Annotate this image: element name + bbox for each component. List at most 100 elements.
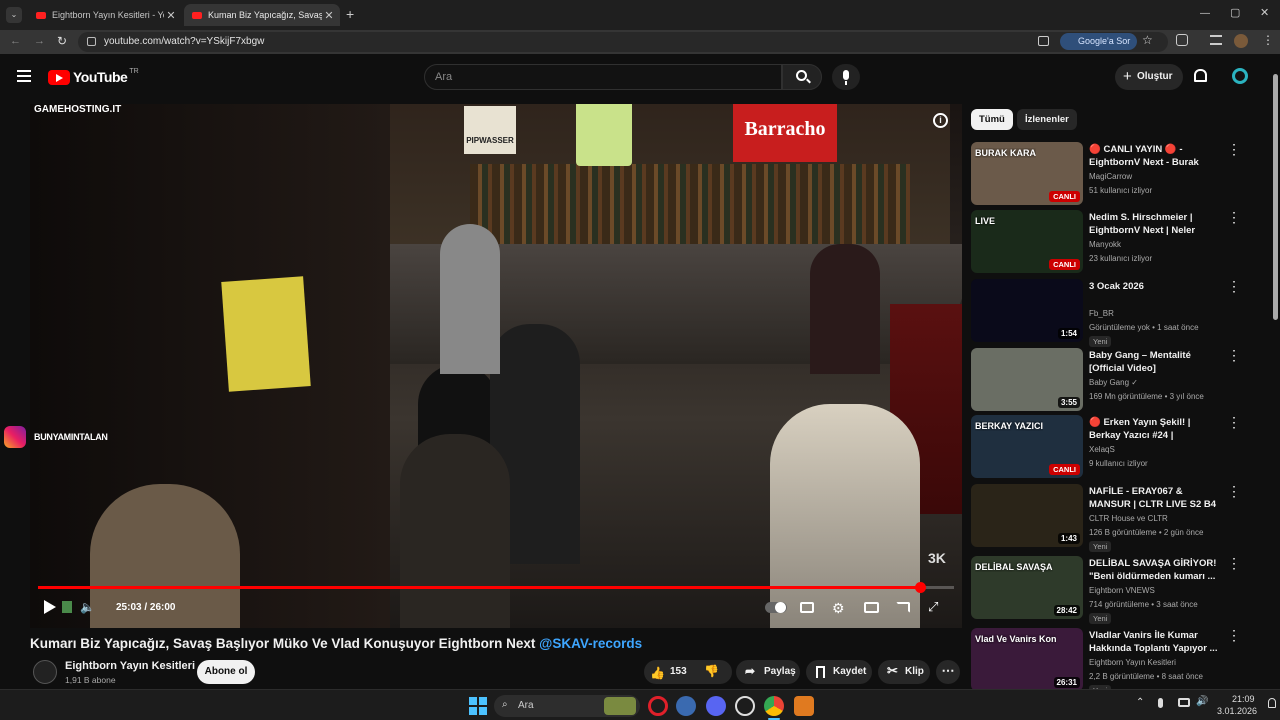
extensions-icon[interactable] [1176, 34, 1188, 46]
notifications-icon[interactable] [1268, 698, 1276, 708]
progress-scrubber[interactable] [915, 582, 927, 593]
video-thumbnail[interactable]: 3:55 [971, 348, 1083, 411]
close-tab-icon[interactable]: ✕ [322, 9, 336, 22]
install-app-icon[interactable] [1038, 36, 1049, 46]
volume-icon[interactable]: 🔈 [80, 600, 95, 614]
autoplay-toggle[interactable] [765, 602, 787, 613]
recommendation-channel[interactable]: Baby Gang ✓ [1089, 378, 1138, 387]
recommendation-title[interactable]: 🔴 CANLI YAYIN 🔴 - EightbornV Next - Bura… [1089, 143, 1219, 169]
chip-watched[interactable]: İzlenenler [1017, 109, 1077, 130]
show-hidden-icons[interactable]: ⌃ [1136, 697, 1144, 708]
new-tab-button[interactable]: + [346, 6, 354, 22]
forward-icon[interactable]: → [34, 35, 45, 47]
ask-google-button[interactable]: Google'a Sor [1060, 33, 1138, 50]
taskbar-search[interactable]: ⌕ Ara [494, 695, 640, 717]
like-button[interactable]: 👍 153 [650, 664, 698, 680]
microphone-tray-icon[interactable] [1158, 698, 1163, 708]
clip-button[interactable]: ✂ Klip [878, 660, 930, 684]
video-title-mention[interactable]: @SKAV-records [539, 636, 642, 651]
notifications-bell-icon[interactable] [1194, 69, 1207, 82]
hamburger-menu-icon[interactable] [17, 70, 31, 82]
video-thumbnail[interactable]: 1:43 [971, 484, 1083, 547]
recommendation-channel[interactable]: Eightborn VNEWS [1089, 586, 1155, 595]
tab-list-button[interactable]: ⌄ [6, 7, 22, 23]
recommendation-channel[interactable]: MagiCarrow [1089, 172, 1132, 181]
discord-icon[interactable] [706, 696, 726, 716]
menu-kebab-icon[interactable]: ⋮ [1262, 33, 1274, 47]
more-options-icon[interactable]: ⋮ [1227, 415, 1241, 429]
profile-avatar-icon[interactable] [1234, 34, 1248, 48]
info-icon[interactable]: i [933, 113, 948, 128]
create-button[interactable]: + Oluştur [1115, 64, 1183, 90]
channel-name[interactable]: Eightborn Yayın Kesitleri [65, 660, 195, 672]
speaker-icon[interactable]: 🔊 [1196, 696, 1208, 707]
channel-avatar[interactable] [33, 660, 57, 684]
subtitles-icon[interactable] [800, 602, 814, 613]
more-options-icon[interactable]: ⋮ [1227, 210, 1241, 224]
recommendation-title[interactable]: 3 Ocak 2026 [1089, 280, 1219, 293]
play-button[interactable] [44, 600, 56, 614]
account-avatar[interactable] [1232, 68, 1248, 84]
search-input[interactable]: Ara [424, 64, 782, 90]
next-icon[interactable] [62, 601, 72, 613]
app-icon-blue[interactable] [676, 696, 696, 716]
search-button[interactable] [782, 64, 822, 90]
recommendation-item[interactable]: BERKAY YAZICI CANLI 🔴 Erken Yayın Şekil! |… [971, 415, 1271, 481]
recommendation-item[interactable]: 1:54 3 Ocak 2026 Fb_BR Görüntüleme yok • 1 … [971, 279, 1271, 347]
address-bar[interactable]: youtube.com/watch?v=YSkijF7xbgw [78, 32, 1168, 52]
recommendation-title[interactable]: 🔴 Erken Yayın Şekil! | Berkay Yazıcı #24… [1089, 416, 1219, 442]
more-options-icon[interactable]: ⋮ [1227, 279, 1241, 293]
start-windows-icon[interactable] [468, 696, 488, 716]
miniplayer-icon[interactable] [864, 602, 879, 613]
video-progress-bar[interactable] [38, 582, 954, 593]
site-info-icon[interactable] [87, 37, 96, 46]
subscribe-button[interactable]: Abone ol [197, 660, 255, 684]
recommendation-title[interactable]: Vladlar Vanirs İle Kumar Hakkında Toplan… [1089, 629, 1219, 655]
chip-all[interactable]: Tümü [971, 109, 1013, 130]
opera-icon[interactable] [648, 696, 668, 716]
settings-gear-icon[interactable]: ⚙ [832, 600, 845, 617]
voice-search-button[interactable] [832, 64, 860, 90]
recommendation-title[interactable]: Baby Gang – Mentalité [Official Video] [1089, 349, 1219, 375]
recommendation-item[interactable]: 3:55 Baby Gang – Mentalité [Official Vide… [971, 348, 1271, 414]
close-window-icon[interactable]: ✕ [1260, 6, 1269, 19]
recommendation-channel[interactable]: XelaqS [1089, 445, 1115, 454]
share-button[interactable]: ➦ Paylaş [736, 660, 800, 684]
close-tab-icon[interactable]: ✕ [164, 9, 178, 22]
recommendation-item[interactable]: LIVE CANLI Nedim S. Hirschmeier | Eightbor… [971, 210, 1271, 276]
video-thumbnail[interactable]: BURAK KARA CANLI [971, 142, 1083, 205]
clock-time[interactable]: 21:09 [1232, 694, 1255, 704]
recommendation-item[interactable]: BURAK KARA CANLI 🔴 CANLI YAYIN 🔴 - Eightbo… [971, 142, 1271, 208]
recommendation-channel[interactable]: Eightborn Yayın Kesitleri [1089, 658, 1176, 667]
media-controls-icon[interactable] [1210, 35, 1222, 45]
recommendation-item[interactable]: 1:43 NAFİLE - ERAY067 & MANSUR | CLTR LIV… [971, 484, 1271, 552]
fullscreen-icon[interactable]: ⤢ [928, 599, 938, 615]
chrome-icon[interactable] [764, 696, 784, 716]
more-options-icon[interactable]: ⋮ [1227, 628, 1241, 642]
app-icon-orange[interactable] [794, 696, 814, 716]
cast-icon[interactable] [896, 602, 910, 613]
recommendation-item[interactable]: Vlad Ve Vanirs Kon 26:31 Vladlar Vanirs İl… [971, 628, 1271, 696]
bookmark-star-icon[interactable]: ☆ [1142, 33, 1153, 47]
more-options-icon[interactable]: ⋮ [1227, 484, 1241, 498]
more-options-icon[interactable]: ⋮ [1227, 142, 1241, 156]
browser-tab-2[interactable]: Kuman Biz Yapıcağız, Savaş ✕ [184, 4, 340, 26]
video-thumbnail[interactable]: Vlad Ve Vanirs Kon 26:31 [971, 628, 1083, 691]
browser-tab-1[interactable]: Eightborn Yayın Kesitleri - YouT ✕ [28, 4, 182, 26]
recommendation-channel[interactable]: Manyokk [1089, 240, 1121, 249]
save-button[interactable]: Kaydet [806, 660, 872, 684]
recommendation-channel[interactable]: CLTR House ve CLTR [1089, 514, 1168, 523]
more-options-icon[interactable]: ⋮ [1227, 348, 1241, 362]
recommendation-title[interactable]: NAFİLE - ERAY067 & MANSUR | CLTR LIVE S2… [1089, 485, 1219, 511]
maximize-icon[interactable]: ▢ [1230, 6, 1240, 19]
recommendation-title[interactable]: DELİBAL SAVAŞA GİRİYOR! "Beni öldürmeden… [1089, 557, 1219, 583]
video-thumbnail[interactable]: DELİBAL SAVAŞA 28:42 [971, 556, 1083, 619]
dislike-button[interactable]: 👎 [704, 664, 719, 678]
back-icon[interactable]: ← [10, 35, 21, 47]
minimize-icon[interactable]: — [1200, 8, 1210, 19]
clock-date[interactable]: 3.01.2026 [1217, 706, 1257, 716]
recommendation-item[interactable]: DELİBAL SAVAŞA 28:42 DELİBAL SAVAŞA GİRİYO… [971, 556, 1271, 624]
reload-icon[interactable]: ↻ [57, 34, 67, 48]
more-actions-button[interactable]: ⋯ [936, 660, 960, 684]
network-icon[interactable] [1178, 698, 1190, 707]
